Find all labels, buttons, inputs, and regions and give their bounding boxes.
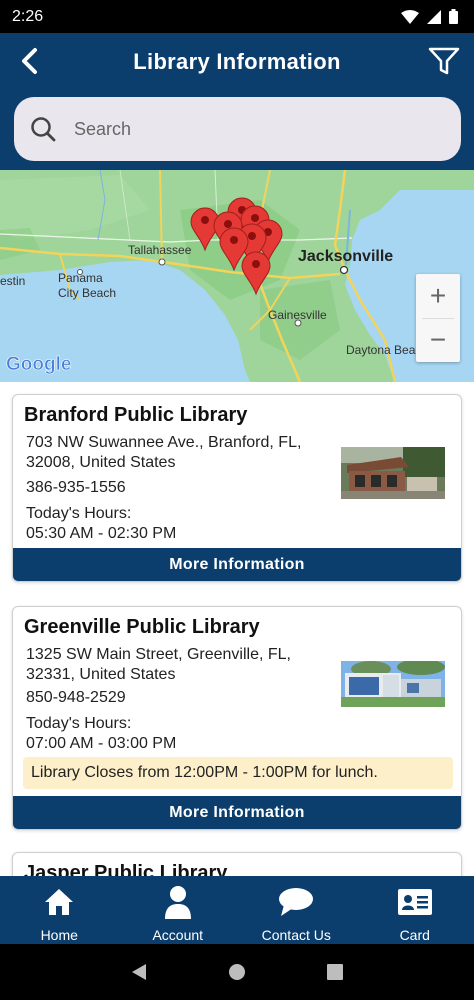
page-title: Library Information bbox=[133, 48, 341, 74]
wifi-icon bbox=[401, 9, 419, 24]
app-bar: Library Information bbox=[0, 33, 474, 90]
library-name: Greenville Public Library bbox=[24, 616, 260, 638]
more-information-button[interactable]: More Information bbox=[13, 796, 461, 829]
search-box[interactable] bbox=[14, 97, 461, 161]
google-logo: Google bbox=[6, 354, 71, 375]
map-zoom-control: + − bbox=[416, 274, 460, 362]
map-label-destin: estin bbox=[0, 274, 25, 288]
nav-item-contact-us[interactable]: Contact Us bbox=[237, 876, 356, 944]
map-label-city-beach: City Beach bbox=[58, 286, 116, 300]
chevron-left-icon bbox=[22, 48, 37, 74]
nav-item-account[interactable]: Account bbox=[119, 876, 238, 944]
recents-square-icon[interactable] bbox=[326, 963, 344, 981]
zoom-in-button[interactable]: + bbox=[416, 274, 460, 318]
map-view[interactable]: Tallahassee Jacksonville Panama City Bea… bbox=[0, 170, 474, 382]
map-canvas[interactable]: Tallahassee Jacksonville Panama City Bea… bbox=[0, 170, 474, 382]
home-circle-icon[interactable] bbox=[228, 963, 246, 981]
library-address: 703 NW Suwannee Ave., Branford, FL, 3200… bbox=[26, 434, 302, 471]
filter-button[interactable] bbox=[426, 43, 462, 79]
status-time: 2:26 bbox=[12, 7, 44, 25]
library-name: Branford Public Library bbox=[24, 404, 248, 426]
filter-icon bbox=[428, 47, 460, 75]
hours-value: 05:30 AM - 02:30 PM bbox=[26, 525, 177, 542]
hours-label: Today's Hours: bbox=[26, 505, 132, 522]
system-navigation-bar bbox=[0, 944, 474, 1000]
library-card[interactable]: Branford Public Library 703 NW Suwannee … bbox=[12, 394, 462, 582]
library-notice: Library Closes from 12:00PM - 1:00PM for… bbox=[23, 757, 453, 789]
home-icon bbox=[43, 884, 75, 920]
map-label-panama: Panama bbox=[58, 271, 103, 285]
library-photo bbox=[341, 447, 445, 499]
id-card-icon bbox=[397, 884, 432, 920]
hours-label: Today's Hours: bbox=[26, 715, 132, 732]
bottom-navigation: Home Account Contact Us Card bbox=[0, 876, 474, 944]
nav-label: Home bbox=[40, 927, 78, 943]
nav-label: Card bbox=[399, 927, 430, 943]
status-bar: 2:26 bbox=[0, 0, 474, 33]
zoom-divider bbox=[422, 318, 454, 319]
library-phone[interactable]: 386-935-1556 bbox=[26, 479, 126, 497]
search-icon bbox=[31, 117, 56, 142]
battery-icon bbox=[449, 9, 458, 24]
nav-label: Contact Us bbox=[261, 927, 331, 943]
library-card[interactable]: Jasper Public Library bbox=[12, 852, 462, 876]
map-label-gainesville: Gainesville bbox=[268, 308, 327, 322]
back-triangle-icon[interactable] bbox=[130, 962, 148, 982]
hours-value: 07:00 AM - 03:00 PM bbox=[26, 735, 177, 752]
search-input[interactable] bbox=[74, 118, 394, 140]
back-button[interactable] bbox=[14, 45, 44, 77]
status-icons bbox=[401, 9, 458, 24]
cell-signal-icon bbox=[427, 9, 441, 24]
library-phone[interactable]: 850-948-2529 bbox=[26, 689, 126, 707]
nav-item-home[interactable]: Home bbox=[0, 876, 119, 944]
nav-label: Account bbox=[152, 927, 204, 943]
library-list[interactable]: Branford Public Library 703 NW Suwannee … bbox=[0, 382, 474, 876]
map-label-tallahassee: Tallahassee bbox=[128, 243, 192, 257]
library-card[interactable]: Greenville Public Library 1325 SW Main S… bbox=[12, 606, 462, 830]
library-address: 1325 SW Main Street, Greenville, FL, 323… bbox=[26, 646, 291, 683]
map-label-jacksonville: Jacksonville bbox=[298, 248, 393, 265]
library-name: Jasper Public Library bbox=[24, 862, 228, 876]
search-bar-container bbox=[0, 90, 474, 170]
zoom-out-button[interactable]: − bbox=[416, 318, 460, 362]
more-information-button[interactable]: More Information bbox=[13, 548, 461, 581]
library-photo bbox=[341, 661, 445, 707]
person-icon bbox=[164, 884, 192, 920]
nav-item-card[interactable]: Card bbox=[356, 876, 474, 944]
chat-bubble-icon bbox=[278, 884, 314, 920]
